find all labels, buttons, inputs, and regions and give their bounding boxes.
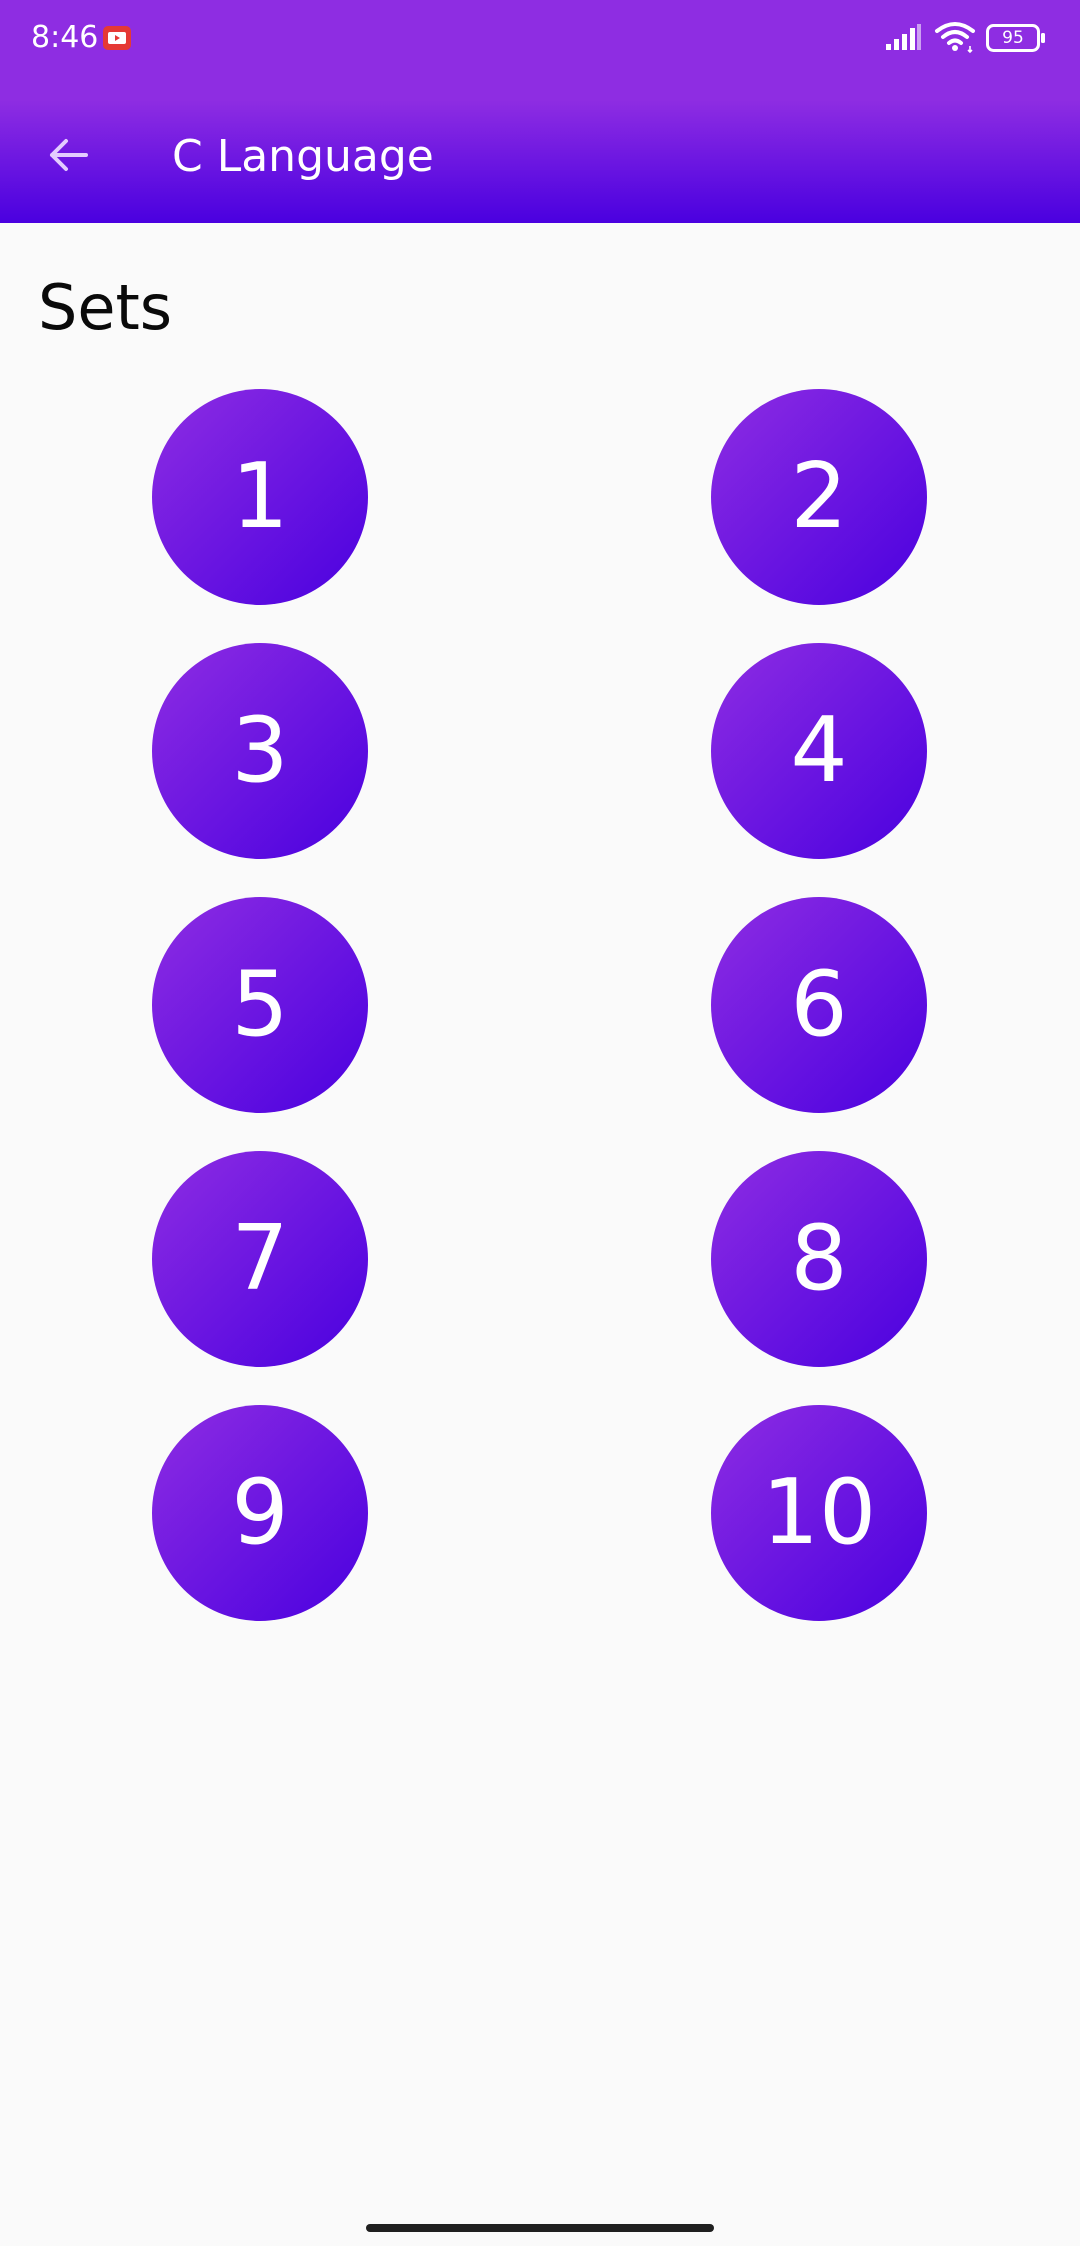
set-button-8[interactable]: 8 <box>711 1151 927 1367</box>
set-button-5[interactable]: 5 <box>152 897 368 1113</box>
set-button-6[interactable]: 6 <box>711 897 927 1113</box>
set-button-4[interactable]: 4 <box>711 643 927 859</box>
set-button-10[interactable]: 10 <box>711 1405 927 1621</box>
set-button-3[interactable]: 3 <box>152 643 368 859</box>
set-button-9[interactable]: 9 <box>152 1405 368 1621</box>
home-indicator[interactable] <box>366 2224 714 2232</box>
set-button-7[interactable]: 7 <box>152 1151 368 1367</box>
sets-grid: 1 2 3 4 5 6 7 8 9 10 <box>0 0 1080 2246</box>
set-button-2[interactable]: 2 <box>711 389 927 605</box>
set-button-1[interactable]: 1 <box>152 389 368 605</box>
